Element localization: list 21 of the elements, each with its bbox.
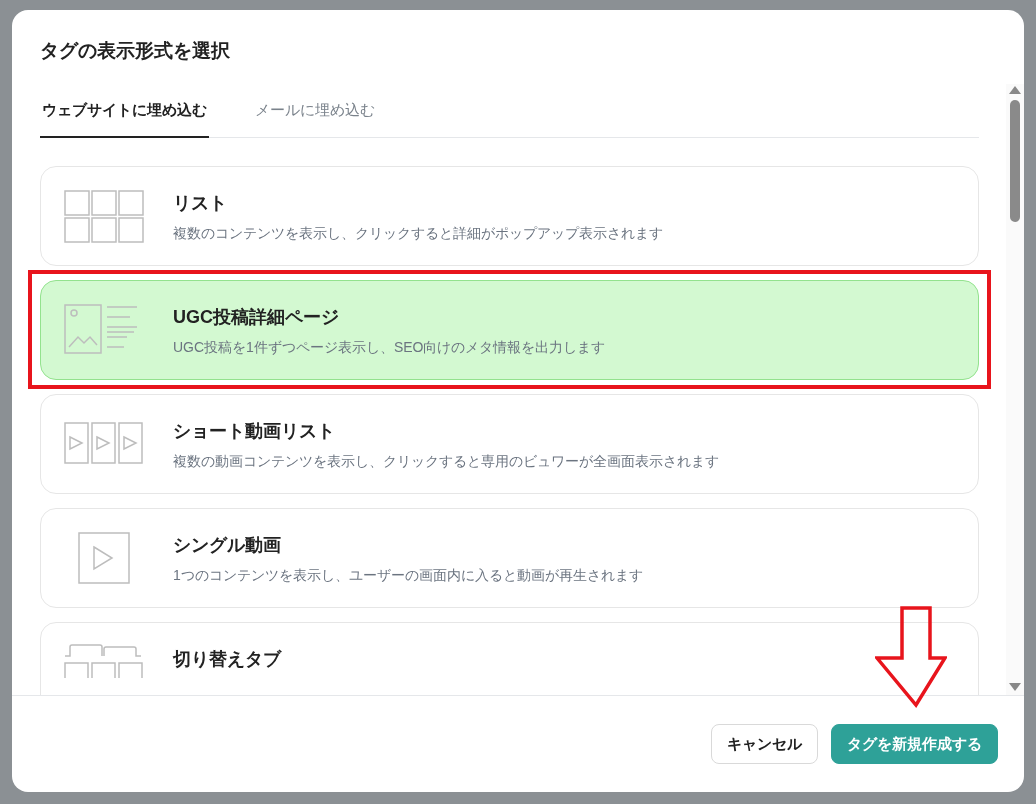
format-option[interactable]: リスト 複数のコンテンツを表示し、クリックすると詳細がポップアップ表示されます [40,166,979,266]
option-description: UGC投稿を1件ずつページ表示し、SEO向けのメタ情報を出力します [173,339,606,357]
option-description: 複数の動画コンテンツを表示し、クリックすると専用のビュワーが全画面表示されます [173,453,719,471]
option-title: ショート動画リスト [173,420,336,443]
tabs-icon [64,644,144,678]
format-option[interactable]: 切り替えタブ [40,622,979,695]
format-option[interactable]: シングル動画 1つのコンテンツを表示し、ユーザーの画面内に入ると動画が再生されます [40,508,979,608]
option-description: 1つのコンテンツを表示し、ユーザーの画面内に入ると動画が再生されます [173,567,643,585]
format-option[interactable]: UGC投稿詳細ページ UGC投稿を1件ずつページ表示し、SEO向けのメタ情報を出力します [40,280,979,380]
tab[interactable]: ウェブサイトに埋め込む [40,101,209,138]
option-title: 切り替えタブ [173,648,281,671]
tab[interactable]: メールに埋め込む [253,101,377,138]
scrollbar[interactable] [1006,84,1024,695]
option-description: 複数のコンテンツを表示し、クリックすると詳細がポップアップ表示されます [173,225,663,243]
cancel-button[interactable]: キャンセル [711,724,818,764]
down-arrow-icon [875,606,947,708]
option-title: UGC投稿詳細ページ [173,306,340,329]
option-title: シングル動画 [173,534,282,557]
option-title: リスト [173,192,228,215]
dialog-title: タグの表示形式を選択 [40,39,231,63]
format-option[interactable]: ショート動画リスト 複数の動画コンテンツを表示し、クリックすると専用のビュワーが全画面表示されます [40,394,979,494]
